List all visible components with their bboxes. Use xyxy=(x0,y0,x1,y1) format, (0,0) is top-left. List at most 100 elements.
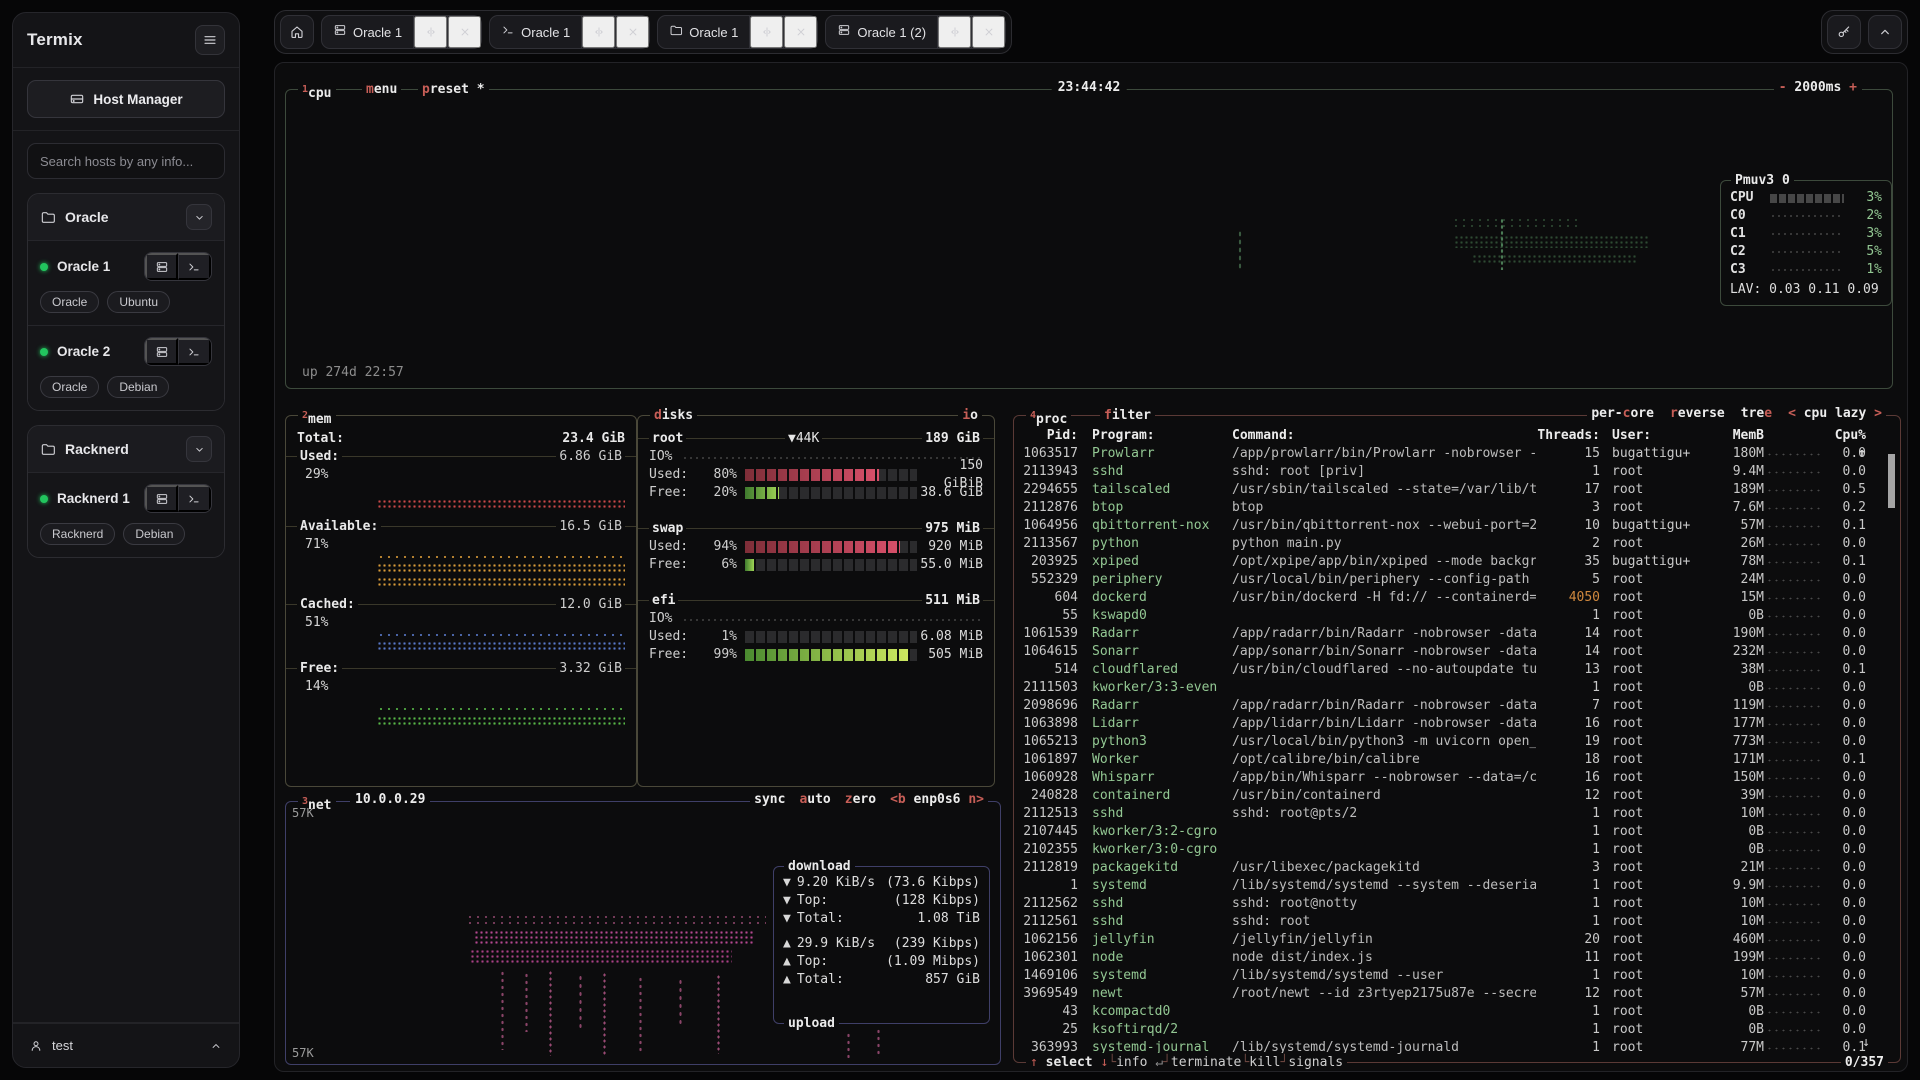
kill-action[interactable]: kill xyxy=(1249,1053,1280,1072)
terminate-action[interactable]: terminate xyxy=(1171,1053,1241,1072)
select-down[interactable]: ↓ xyxy=(1100,1053,1108,1072)
process-row[interactable]: 2113943sshdsshd: root [priv]1root9.4M0.0 xyxy=(1022,463,1892,481)
disks-io-toggle[interactable]: io xyxy=(958,406,982,425)
host-group-header[interactable]: Oracle xyxy=(28,194,224,240)
tab-split-button[interactable] xyxy=(582,16,615,48)
tab-split-button[interactable] xyxy=(938,16,971,48)
group-collapse-button[interactable] xyxy=(186,204,212,230)
proc-percore-toggle[interactable]: per-core xyxy=(1591,406,1654,421)
proc-tree-toggle[interactable]: tree xyxy=(1741,406,1772,421)
process-row[interactable]: 25ksoftirqd/21root0B0.0 xyxy=(1022,1021,1892,1039)
process-row[interactable]: 1060928Whisparr/app/bin/Whisparr --nobro… xyxy=(1022,769,1892,787)
host-group-header[interactable]: Racknerd xyxy=(28,426,224,472)
process-row[interactable]: 1062156jellyfin/jellyfin/jellyfin20root4… xyxy=(1022,931,1892,949)
tab-split-button[interactable] xyxy=(414,16,447,48)
process-row[interactable]: 514cloudflared/usr/bin/cloudflared --no-… xyxy=(1022,661,1892,679)
tab-split-button[interactable] xyxy=(750,16,783,48)
tab-close-button[interactable] xyxy=(448,16,481,48)
terminal-view[interactable]: 1cpu menu preset * 23:44:42 - 2000ms + u… xyxy=(274,62,1908,1072)
home-button[interactable] xyxy=(280,15,314,49)
process-row[interactable]: 1061897Worker/opt/calibre/bin/calibre18r… xyxy=(1022,751,1892,769)
cpu-box-title[interactable]: 1cpu xyxy=(298,80,336,103)
host-item[interactable]: Racknerd 1RacknerdDebian xyxy=(28,472,224,557)
process-row[interactable]: 604dockerd/usr/bin/dockerd -H fd:// --co… xyxy=(1022,589,1892,607)
chevron-up-icon[interactable] xyxy=(209,1039,223,1053)
host-item[interactable]: Oracle 2OracleDebian xyxy=(28,325,224,410)
process-row[interactable]: 2111503kworker/3:3-even1root0B0.0 xyxy=(1022,679,1892,697)
process-row[interactable]: 1062301nodenode dist/index.js11root199M0… xyxy=(1022,949,1892,967)
process-row[interactable]: 2112561sshdsshd: root1root10M0.0 xyxy=(1022,913,1892,931)
sidebar-collapse-button[interactable] xyxy=(195,25,225,55)
process-row[interactable]: 55kswapd01root0B0.0 xyxy=(1022,607,1892,625)
process-row[interactable]: 3969549newt/root/newt --id z3rtyep2175u8… xyxy=(1022,985,1892,1003)
proc-filter-button[interactable]: filter xyxy=(1100,406,1155,425)
process-row[interactable]: 1469106systemd/lib/systemd/systemd --use… xyxy=(1022,967,1892,985)
process-row[interactable]: 1061539Radarr/app/radarr/bin/Radarr -nob… xyxy=(1022,625,1892,643)
mem-box-title[interactable]: 2mem xyxy=(298,406,336,429)
open-terminal-button[interactable] xyxy=(178,485,211,512)
host-item[interactable]: Oracle 1OracleUbuntu xyxy=(28,240,224,325)
net-interface-selector[interactable]: <b enp0s6 n> xyxy=(890,792,984,807)
tab-close-button[interactable] xyxy=(616,16,649,48)
net-sync-toggle[interactable]: sync xyxy=(754,792,785,807)
net-graph-dots xyxy=(524,972,529,1032)
tab-oracle-1-2-[interactable]: Oracle 1 (2) xyxy=(825,15,1006,49)
process-row[interactable]: 43kcompactd01root0B0.0 xyxy=(1022,1003,1892,1021)
update-interval-control[interactable]: - 2000ms + xyxy=(1774,80,1862,95)
process-row[interactable]: 1063517Prowlarr/app/prowlarr/bin/Prowlar… xyxy=(1022,445,1892,463)
process-name: newt xyxy=(1078,985,1226,1003)
open-terminal-button[interactable] xyxy=(178,253,211,280)
collapse-header-button[interactable] xyxy=(1868,15,1902,49)
tab-oracle-1[interactable]: Oracle 1 xyxy=(489,15,650,49)
tab-close-button[interactable] xyxy=(784,16,817,48)
disks-box-title[interactable]: disks xyxy=(650,406,697,425)
group-collapse-button[interactable] xyxy=(186,436,212,462)
tab-oracle-1[interactable]: Oracle 1 xyxy=(321,15,482,49)
open-terminal-button[interactable] xyxy=(178,338,211,365)
process-row[interactable]: 2112513sshdsshd: root@pts/21root10M0.0 xyxy=(1022,805,1892,823)
process-row[interactable]: 1systemd/lib/systemd/systemd --system --… xyxy=(1022,877,1892,895)
select-up[interactable]: ↑ xyxy=(1030,1053,1038,1072)
process-row[interactable]: 1064615Sonarr/app/sonarr/bin/Sonarr -nob… xyxy=(1022,643,1892,661)
process-row[interactable]: 1065213python3/usr/local/bin/python3 -m … xyxy=(1022,733,1892,751)
process-row[interactable]: 2112819packagekitd/usr/libexec/packageki… xyxy=(1022,859,1892,877)
proc-reverse-toggle[interactable]: reverse xyxy=(1670,406,1725,421)
search-input[interactable] xyxy=(27,143,225,179)
process-pid: 43 xyxy=(1022,1003,1078,1021)
process-row[interactable]: 1064956qbittorrent-nox/usr/bin/qbittorre… xyxy=(1022,517,1892,535)
net-auto-toggle[interactable]: auto xyxy=(799,792,830,807)
proc-box-title[interactable]: 4proc xyxy=(1026,406,1071,429)
proc-sort-selector[interactable]: < cpu lazy > xyxy=(1788,406,1882,421)
tab-close-button[interactable] xyxy=(972,16,1005,48)
process-row[interactable]: 240828containerd/usr/bin/containerd12roo… xyxy=(1022,787,1892,805)
cpu-menu-button[interactable]: menu xyxy=(362,80,401,99)
process-row[interactable]: 2112876btopbtop3root7.6M0.2 xyxy=(1022,499,1892,517)
process-mem-graph xyxy=(1766,884,1820,889)
net-zero-toggle[interactable]: zero xyxy=(845,792,876,807)
process-row[interactable]: 1063898Lidarr/app/lidarr/bin/Lidarr -nob… xyxy=(1022,715,1892,733)
process-row[interactable]: 2102355kworker/3:0-cgro1root0B0.0 xyxy=(1022,841,1892,859)
info-action[interactable]: info ↵ xyxy=(1116,1053,1163,1072)
proc-sort-column[interactable]: Cpu% ↑ xyxy=(1822,427,1866,445)
process-row[interactable]: 552329periphery/usr/local/bin/periphery … xyxy=(1022,571,1892,589)
open-server-stats-button[interactable] xyxy=(145,253,178,280)
tab-oracle-1[interactable]: Oracle 1 xyxy=(657,15,818,49)
proc-scrollbar[interactable] xyxy=(1888,454,1895,508)
process-pid: 514 xyxy=(1022,661,1078,679)
sidebar-footer[interactable]: test xyxy=(13,1023,239,1067)
ssh-keys-button[interactable] xyxy=(1827,15,1861,49)
signals-action[interactable]: signals xyxy=(1288,1053,1343,1072)
process-row[interactable]: 2113567pythonpython main.py2root26M0.0 xyxy=(1022,535,1892,553)
select-action[interactable]: select xyxy=(1038,1053,1101,1072)
cpu-preset-button[interactable]: preset * xyxy=(418,80,489,99)
open-server-stats-button[interactable] xyxy=(145,338,178,365)
disk-section-root: root▼44K189 GiBIO%Used:80%150 GiBiBFree:… xyxy=(638,430,994,502)
host-manager-button[interactable]: Host Manager xyxy=(27,80,225,118)
process-row[interactable]: 2294655tailscaled/usr/sbin/tailscaled --… xyxy=(1022,481,1892,499)
process-row[interactable]: 2107445kworker/3:2-cgro1root0B0.0 xyxy=(1022,823,1892,841)
process-row[interactable]: 203925xpiped/opt/xpipe/app/bin/xpiped --… xyxy=(1022,553,1892,571)
process-row[interactable]: 2098696Radarr/app/radarr/bin/Radarr -nob… xyxy=(1022,697,1892,715)
open-server-stats-button[interactable] xyxy=(145,485,178,512)
process-row[interactable]: 2112562sshdsshd: root@notty1root10M0.0 xyxy=(1022,895,1892,913)
proc-table-header[interactable]: Pid: Program: Command: Threads: User: Me… xyxy=(1022,427,1892,445)
